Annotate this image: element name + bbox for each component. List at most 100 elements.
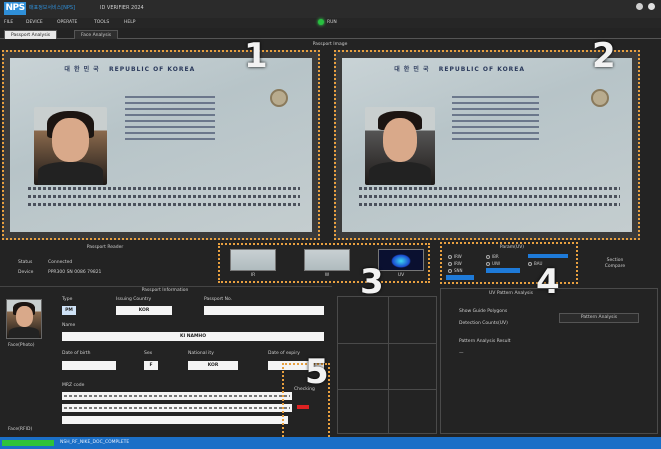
expiry-label: Date of expiry bbox=[268, 351, 300, 356]
body-shape bbox=[37, 161, 103, 186]
tab-passport-analysis[interactable]: Passport Analysis bbox=[4, 30, 58, 39]
face-photo bbox=[6, 299, 42, 339]
mrz-field-1[interactable] bbox=[62, 392, 292, 400]
param-option-label: IRW bbox=[454, 261, 462, 266]
thumbnail-w-label: W bbox=[324, 273, 330, 278]
run-indicator[interactable]: RUN bbox=[318, 19, 337, 25]
mrz-label: MRZ code bbox=[62, 383, 85, 388]
minimize-icon[interactable] bbox=[636, 3, 643, 10]
text-line bbox=[452, 102, 540, 105]
uv-pattern-analysis-panel: UV Pattern Analysis Show Guide Polygons … bbox=[440, 288, 658, 434]
dob-label: Date of birth bbox=[62, 351, 91, 356]
body-shape bbox=[368, 161, 432, 186]
app-window: NPS 매표정보서비스[NPS] ID VERIFIER 2024 FILE D… bbox=[0, 0, 661, 449]
passport-reader-title: Passport Reader bbox=[86, 245, 124, 250]
light-source-thumbnails: IR W UV bbox=[218, 243, 430, 283]
param-option-label: IBR bbox=[492, 254, 499, 259]
menu-operate[interactable]: OPERATE bbox=[57, 20, 77, 25]
passport-no-label: Passport No. bbox=[204, 297, 233, 302]
text-line bbox=[452, 126, 540, 129]
radio-icon bbox=[448, 254, 452, 259]
text-line bbox=[452, 132, 540, 135]
body-shape bbox=[8, 326, 40, 338]
param-option-2[interactable]: SNN bbox=[448, 268, 463, 273]
annotation-2: 2 bbox=[592, 36, 616, 76]
passport-no-field[interactable] bbox=[204, 306, 324, 315]
passport-image-2: 대 한 민 국 REPUBLIC OF KOREA bbox=[342, 58, 632, 232]
text-line bbox=[452, 108, 540, 111]
section-compare-label: Section Compare bbox=[604, 258, 626, 269]
thumbnail-w[interactable] bbox=[304, 249, 350, 271]
passport-image-panel-2: 대 한 민 국 REPUBLIC OF KOREA bbox=[334, 50, 640, 240]
grid-line bbox=[338, 389, 436, 390]
text-line bbox=[452, 120, 540, 123]
sex-label: Sex bbox=[144, 351, 153, 356]
thumbnail-uv-label: UV bbox=[397, 273, 405, 278]
pattern-analysis-button[interactable]: Pattern Analysis bbox=[559, 313, 639, 323]
face-shape bbox=[52, 118, 89, 162]
passport-image-panel-1: 대 한 민 국 REPUBLIC OF KOREA bbox=[2, 50, 320, 240]
mrz-line bbox=[28, 187, 300, 191]
logo-subtitle: 매표정보서비스[NPS] bbox=[29, 5, 76, 11]
pattern-result-value: — bbox=[459, 351, 464, 356]
passport-image-1: 대 한 민 국 REPUBLIC OF KOREA bbox=[10, 58, 312, 232]
text-line bbox=[124, 108, 216, 111]
mrz-text bbox=[64, 395, 290, 397]
param-option-1[interactable]: IRW bbox=[448, 261, 462, 266]
menu-file[interactable]: FILE bbox=[4, 20, 13, 25]
mrz-line bbox=[359, 195, 621, 199]
thumbnail-ir[interactable] bbox=[230, 249, 276, 271]
issuing-country-field[interactable]: KOR bbox=[116, 306, 172, 315]
radio-icon bbox=[486, 254, 490, 259]
passport-reader-panel: Passport Reader Status Connected Device … bbox=[0, 244, 205, 284]
passport-image-label: Passport Image bbox=[312, 42, 348, 47]
face-rfid-label: Face(RFID) bbox=[8, 427, 33, 432]
mrz-text bbox=[64, 407, 290, 409]
section-compare-button[interactable]: Section Compare bbox=[592, 258, 638, 270]
dob-field[interactable] bbox=[62, 361, 116, 370]
param-selection-bar bbox=[528, 254, 568, 258]
menu-device[interactable]: DEVICE bbox=[26, 20, 43, 25]
param-option-label: IRW bbox=[454, 254, 462, 259]
show-guide-option[interactable]: Show Guide Polygons bbox=[459, 309, 507, 314]
passport-mrz-2 bbox=[359, 187, 621, 211]
thumbnail-uv[interactable] bbox=[378, 249, 424, 271]
face-shape bbox=[15, 305, 33, 327]
mrz-field-3[interactable] bbox=[62, 416, 288, 424]
app-logo: NPS bbox=[4, 2, 26, 15]
radio-icon bbox=[448, 268, 452, 273]
mrz-line bbox=[28, 195, 300, 199]
menu-tools[interactable]: TOOLS bbox=[94, 20, 109, 25]
param-selection-bar bbox=[446, 275, 474, 280]
device-label: Device bbox=[18, 270, 34, 275]
tab-strip: Passport Analysis Face Analysis bbox=[0, 29, 661, 39]
param-option-4[interactable]: UIW bbox=[486, 261, 500, 266]
passport-mrz-1 bbox=[28, 187, 300, 211]
thumbnail-ir-label: IR bbox=[250, 273, 256, 278]
text-line bbox=[124, 138, 216, 141]
text-line bbox=[124, 114, 216, 117]
text-line bbox=[124, 96, 216, 99]
param-option-label: UIW bbox=[492, 261, 501, 266]
tab-face-analysis[interactable]: Face Analysis bbox=[74, 30, 119, 39]
pattern-result-label: Pattern Analysis Result bbox=[459, 339, 511, 344]
name-field[interactable]: KI NAMHO bbox=[62, 332, 324, 341]
radio-icon bbox=[528, 261, 532, 266]
param-option-3[interactable]: IBR bbox=[486, 254, 499, 259]
mrz-field-2[interactable] bbox=[62, 404, 292, 412]
text-line bbox=[124, 120, 216, 123]
type-field[interactable]: PM bbox=[62, 306, 76, 315]
nationality-field[interactable]: KOR bbox=[188, 361, 238, 370]
check-fail-indicator bbox=[297, 405, 309, 409]
param-option-0[interactable]: IRW bbox=[448, 254, 462, 259]
passport-photo-1 bbox=[34, 106, 107, 186]
text-line bbox=[124, 126, 216, 129]
close-icon[interactable] bbox=[648, 3, 655, 10]
grid-line bbox=[388, 297, 389, 433]
sex-field[interactable]: F bbox=[144, 361, 158, 370]
menu-help[interactable]: HELP bbox=[124, 20, 135, 25]
run-label: RUN bbox=[327, 19, 337, 25]
radio-icon bbox=[486, 261, 490, 266]
annotation-1: 1 bbox=[244, 36, 268, 76]
uv-analysis-title: UV Pattern Analysis bbox=[489, 291, 533, 296]
